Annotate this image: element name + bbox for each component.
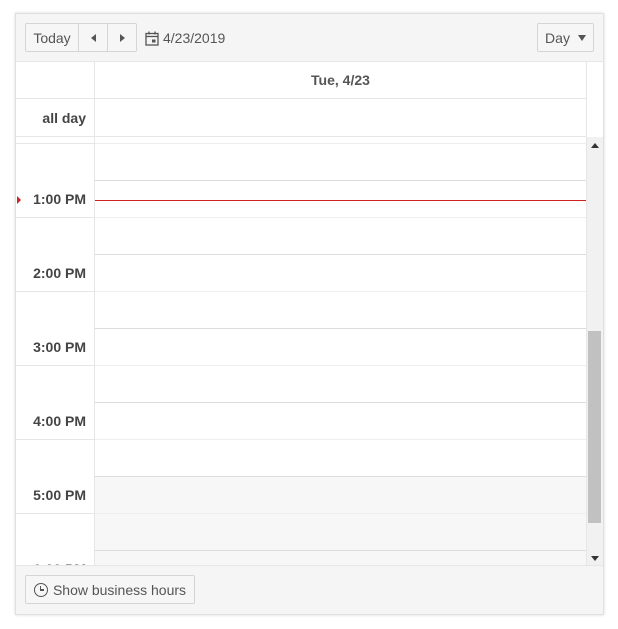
chevron-left-icon — [90, 33, 96, 42]
time-slot-cell[interactable] — [95, 477, 586, 514]
vertical-scrollbar[interactable] — [586, 137, 603, 567]
time-label-cell: 5:00 PM — [16, 477, 95, 514]
time-label-cell: 2:00 PM — [16, 255, 95, 292]
time-label: 4:00 PM — [33, 413, 86, 429]
time-label: 2:00 PM — [33, 265, 86, 281]
all-day-label: all day — [42, 109, 86, 126]
clock-icon — [33, 582, 48, 597]
all-day-label-cell: all day — [16, 99, 95, 136]
next-button[interactable] — [107, 23, 137, 52]
time-grid[interactable]: 1:00 PM2:00 PM3:00 PM4:00 PM5:00 PM6:00 … — [16, 137, 586, 567]
all-day-row: all day — [16, 99, 586, 137]
time-slot-row — [16, 514, 586, 551]
scroll-down-arrow-icon[interactable] — [591, 556, 599, 561]
time-label: 1:00 PM — [33, 191, 86, 207]
time-slot-row — [16, 137, 586, 144]
scheduler-toolbar: Today 4/23/2019 Day — [16, 14, 603, 62]
current-time-arrow-icon — [17, 196, 21, 204]
header-scroll-gutter — [586, 62, 603, 137]
time-slot-cell[interactable] — [95, 137, 586, 144]
previous-button[interactable] — [78, 23, 108, 52]
time-slot-row — [16, 144, 586, 181]
show-business-hours-label: Show business hours — [52, 581, 187, 598]
scrollbar-thumb[interactable] — [588, 331, 601, 523]
time-label-cell — [16, 514, 95, 551]
chevron-right-icon — [119, 33, 125, 42]
scheduler-footer: Show business hours — [16, 565, 603, 614]
time-slot-cell[interactable] — [95, 514, 586, 551]
calendar-icon — [145, 31, 159, 46]
time-label: 3:00 PM — [33, 339, 86, 355]
time-label-cell — [16, 440, 95, 477]
time-slot-cell[interactable] — [95, 218, 586, 255]
scroll-up-arrow-icon[interactable] — [591, 143, 599, 148]
time-slot-row: 5:00 PM — [16, 477, 586, 514]
current-time-line — [95, 200, 586, 201]
time-label-cell — [16, 366, 95, 403]
time-label: 5:00 PM — [33, 487, 86, 503]
time-slot-row — [16, 366, 586, 403]
time-slot-cell[interactable] — [95, 255, 586, 292]
date-header-spacer — [16, 62, 95, 98]
view-selector[interactable]: Day — [537, 23, 594, 52]
time-label-cell — [16, 218, 95, 255]
date-range-label: 4/23/2019 — [163, 30, 226, 46]
time-slot-row — [16, 440, 586, 477]
time-label-cell: 4:00 PM — [16, 403, 95, 440]
view-selector-label: Day — [545, 29, 570, 46]
time-slot-cell[interactable] — [95, 144, 586, 181]
time-slot-row — [16, 218, 586, 255]
today-button[interactable]: Today — [25, 23, 79, 52]
time-label-cell — [16, 144, 95, 181]
scheduler: Today 4/23/2019 Day Tue, 4/23 all day 1:… — [15, 13, 604, 615]
time-slot-cell[interactable] — [95, 292, 586, 329]
date-header-row: Tue, 4/23 — [16, 62, 586, 99]
time-slot-cell[interactable] — [95, 329, 586, 366]
time-label-cell: 3:00 PM — [16, 329, 95, 366]
time-slot-cell[interactable] — [95, 440, 586, 477]
show-business-hours-button[interactable]: Show business hours — [25, 575, 195, 604]
time-slot-row: 4:00 PM — [16, 403, 586, 440]
time-slot-row — [16, 292, 586, 329]
time-label-cell: 1:00 PM — [16, 181, 95, 218]
time-label-cell — [16, 292, 95, 329]
caret-down-icon — [577, 34, 586, 41]
time-slot-cell[interactable] — [95, 403, 586, 440]
date-range-picker[interactable]: 4/23/2019 — [145, 28, 225, 48]
date-header-label[interactable]: Tue, 4/23 — [95, 62, 586, 98]
time-slot-row: 2:00 PM — [16, 255, 586, 292]
time-slot-row: 3:00 PM — [16, 329, 586, 366]
time-slot-cell[interactable] — [95, 366, 586, 403]
time-slots: 1:00 PM2:00 PM3:00 PM4:00 PM5:00 PM6:00 … — [16, 137, 586, 567]
time-label-cell — [16, 137, 95, 144]
